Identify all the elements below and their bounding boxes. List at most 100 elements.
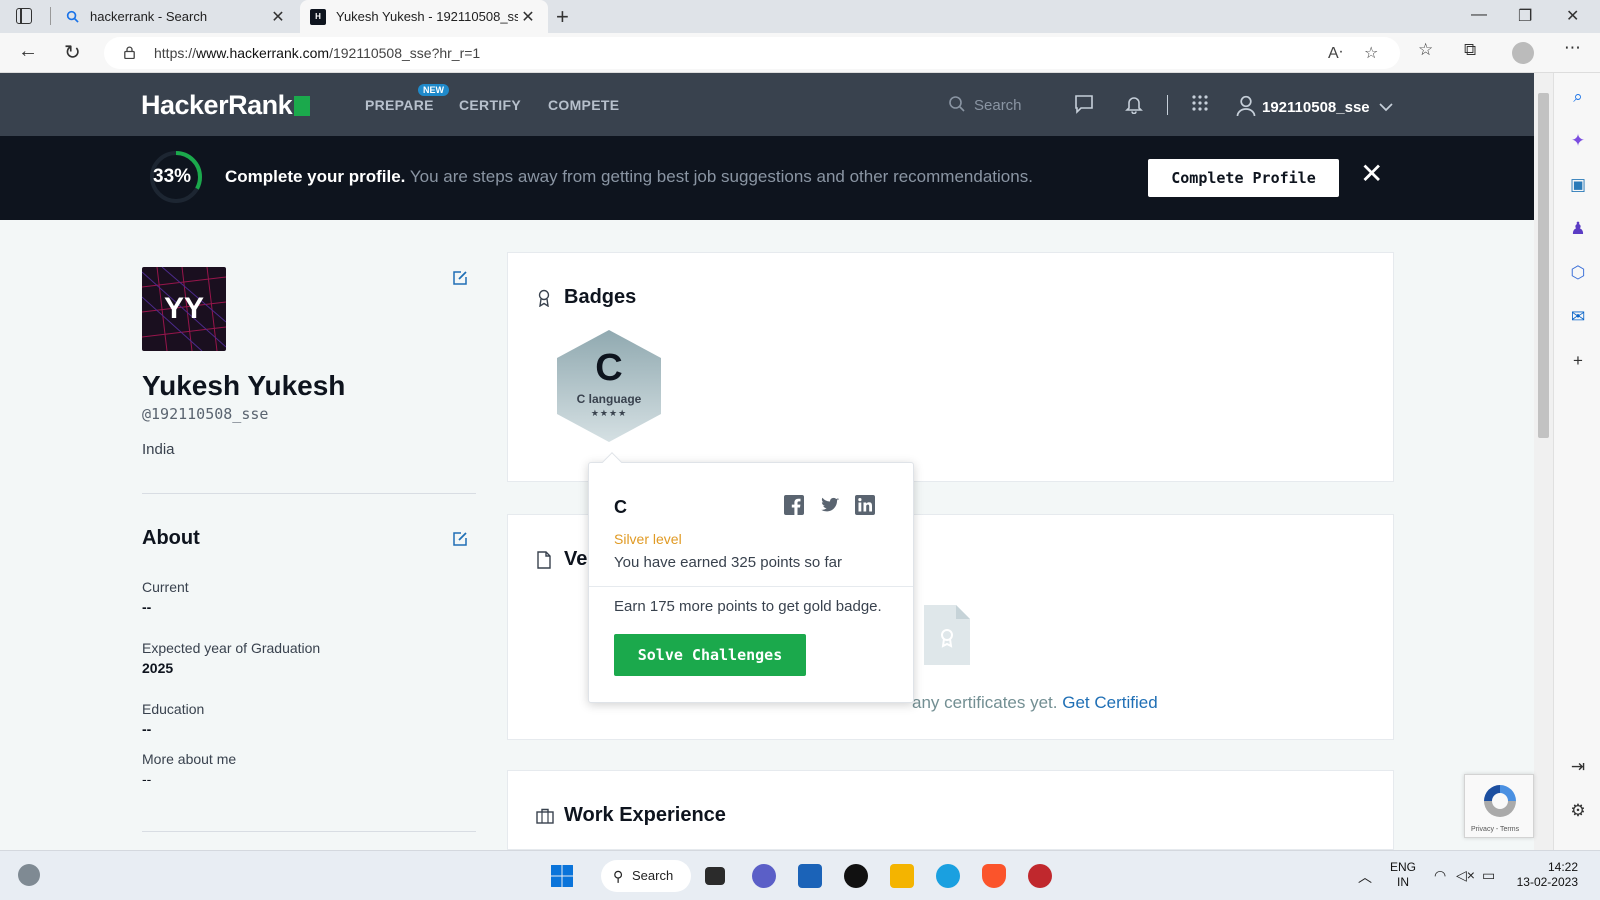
facebook-share-icon[interactable]	[784, 495, 804, 515]
complete-profile-banner: 33% Complete your profile. You are steps…	[0, 136, 1534, 220]
divider	[142, 493, 476, 494]
shopping-icon[interactable]: ▣	[1568, 175, 1588, 195]
avatar-initials: YY	[163, 292, 205, 325]
document-icon	[537, 551, 551, 569]
close-tab-icon[interactable]: ✕	[518, 7, 538, 27]
recaptcha-terms[interactable]: Privacy - Terms	[1471, 826, 1519, 833]
language-indicator[interactable]: ENG IN	[1388, 860, 1418, 890]
edit-about-icon[interactable]	[452, 531, 468, 547]
read-aloud-icon[interactable]: Aᐧ	[1328, 43, 1343, 63]
address-bar[interactable]: https://www.hackerrank.com/192110508_sse…	[104, 37, 1400, 69]
clock-date: 13-02-2023	[1516, 875, 1578, 889]
badges-card: Badges C C language ★★★★	[507, 252, 1394, 482]
collections-icon[interactable]: ⧉	[1464, 40, 1476, 60]
tab-search[interactable]: hackerrank - Search ✕	[54, 0, 298, 33]
add-favorite-icon[interactable]: ☆	[1364, 43, 1378, 63]
region-code: IN	[1397, 875, 1409, 889]
hr-search-box[interactable]: Search	[948, 95, 1022, 114]
task-view-icon[interactable]	[705, 867, 725, 885]
back-icon[interactable]: ←	[18, 40, 38, 63]
microsoft-store-icon[interactable]	[798, 864, 822, 888]
office-icon[interactable]: ⬡	[1568, 263, 1588, 283]
widgets-icon[interactable]	[18, 864, 40, 886]
search-icon	[949, 96, 965, 112]
badges-title: Badges	[564, 286, 637, 308]
certificates-title: Ve	[564, 548, 588, 570]
search-icon: ⚲	[613, 868, 624, 884]
chevron-down-icon	[1379, 103, 1393, 112]
new-tab-icon[interactable]: +	[556, 4, 569, 30]
restore-icon[interactable]: ❐	[1518, 6, 1532, 26]
windows-start-icon[interactable]	[550, 864, 574, 888]
browser-tab-bar: hackerrank - Search ✕ H Yukesh Yukesh - …	[0, 0, 1600, 33]
apps-grid-icon[interactable]	[1191, 94, 1209, 112]
profile-name: Yukesh Yukesh	[142, 370, 346, 401]
page-scrollbar[interactable]	[1534, 73, 1553, 850]
tab-label: Yukesh Yukesh - 192110508_sse	[336, 9, 518, 24]
linkedin-share-icon[interactable]	[855, 495, 875, 515]
complete-profile-button[interactable]: Complete Profile	[1148, 159, 1339, 197]
search-icon[interactable]: ⌕	[1568, 87, 1588, 107]
dev-cpp-icon[interactable]	[1028, 864, 1052, 888]
close-tab-icon[interactable]: ✕	[268, 7, 288, 27]
nav-prepare[interactable]: PREPARE	[365, 97, 434, 113]
hackerrank-navbar: HackerRank PREPARE NEW CERTIFY COMPETE S…	[0, 73, 1534, 136]
twitter-share-icon[interactable]	[820, 495, 840, 515]
outlook-icon[interactable]: ✉	[1568, 307, 1588, 327]
scrollbar-thumb[interactable]	[1538, 93, 1549, 438]
edge-sidebar: ⌕ ✦ ▣ ♟ ⬡ ✉ + ⇥ ⚙	[1553, 73, 1600, 850]
refresh-icon[interactable]: ↻	[64, 40, 81, 65]
taskbar-search-label: Search	[632, 868, 674, 883]
recaptcha-widget[interactable]: Privacy - Terms	[1464, 774, 1534, 838]
wifi-icon[interactable]: ◠	[1434, 867, 1446, 884]
work-experience-title: Work Experience	[564, 804, 726, 826]
close-window-icon[interactable]: ✕	[1566, 6, 1579, 26]
tab-hackerrank-profile[interactable]: H Yukesh Yukesh - 192110508_sse ✕	[300, 0, 548, 33]
volume-muted-icon[interactable]: ◁×	[1456, 867, 1475, 884]
address-toolbar: ← ↻ https://www.hackerrank.com/192110508…	[0, 33, 1600, 73]
nav-compete[interactable]: COMPETE	[548, 97, 619, 113]
tab-label: hackerrank - Search	[90, 9, 208, 24]
games-icon[interactable]: ♟	[1568, 219, 1588, 239]
solve-challenges-button[interactable]: Solve Challenges	[614, 634, 806, 676]
more-options-icon[interactable]: ⋯	[1564, 38, 1581, 58]
copilot-icon[interactable]: ✦	[1568, 131, 1588, 151]
sidebar-settings-icon[interactable]: ⚙	[1568, 801, 1588, 821]
hackerrank-logo[interactable]: HackerRank	[141, 90, 311, 121]
teams-chat-icon[interactable]	[752, 864, 776, 888]
close-banner-icon[interactable]: ✕	[1360, 160, 1383, 188]
popover-title: C	[614, 497, 627, 517]
show-hidden-icons-icon[interactable]: ︿	[1358, 867, 1372, 887]
field-value-education: --	[142, 721, 152, 737]
hide-sidebar-icon[interactable]: ⇥	[1568, 757, 1588, 777]
messages-icon[interactable]	[1074, 94, 1094, 114]
recaptcha-logo-icon	[1484, 785, 1516, 817]
browser-profile-avatar[interactable]	[1512, 42, 1534, 64]
work-experience-card: Work Experience	[507, 770, 1394, 850]
favorites-icon[interactable]: ☆	[1418, 40, 1433, 60]
empty-certificate-icon	[924, 605, 970, 665]
get-certified-link[interactable]: Get Certified	[1062, 693, 1157, 712]
logo-block-icon	[294, 96, 311, 116]
add-sidebar-app-icon[interactable]: +	[1568, 351, 1588, 371]
file-explorer-icon[interactable]	[890, 864, 914, 888]
tab-actions-icon[interactable]	[16, 8, 32, 24]
notifications-bell-icon[interactable]	[1124, 94, 1144, 114]
avatar[interactable]: YY	[142, 267, 226, 351]
user-icon	[1236, 95, 1256, 117]
user-menu[interactable]: 192110508_sse	[1236, 95, 1393, 117]
battery-icon[interactable]: ▭	[1482, 867, 1495, 884]
minimize-icon[interactable]: —	[1471, 6, 1487, 24]
nav-divider	[1167, 95, 1168, 115]
edit-profile-icon[interactable]	[452, 270, 468, 286]
badge-popover: C Silver level You have earned 325 point…	[588, 452, 914, 703]
divider	[142, 831, 476, 832]
nav-certify[interactable]: CERTIFY	[459, 97, 521, 113]
brave-browser-icon[interactable]	[982, 864, 1006, 888]
banner-message: Complete your profile. You are steps awa…	[225, 167, 1033, 186]
clock[interactable]: 14:22 13-02-2023	[1508, 860, 1578, 890]
dell-icon[interactable]	[844, 864, 868, 888]
edge-browser-icon[interactable]	[936, 864, 960, 888]
taskbar-search[interactable]: ⚲ Search	[601, 860, 691, 892]
hackerrank-favicon-icon: H	[310, 8, 326, 25]
